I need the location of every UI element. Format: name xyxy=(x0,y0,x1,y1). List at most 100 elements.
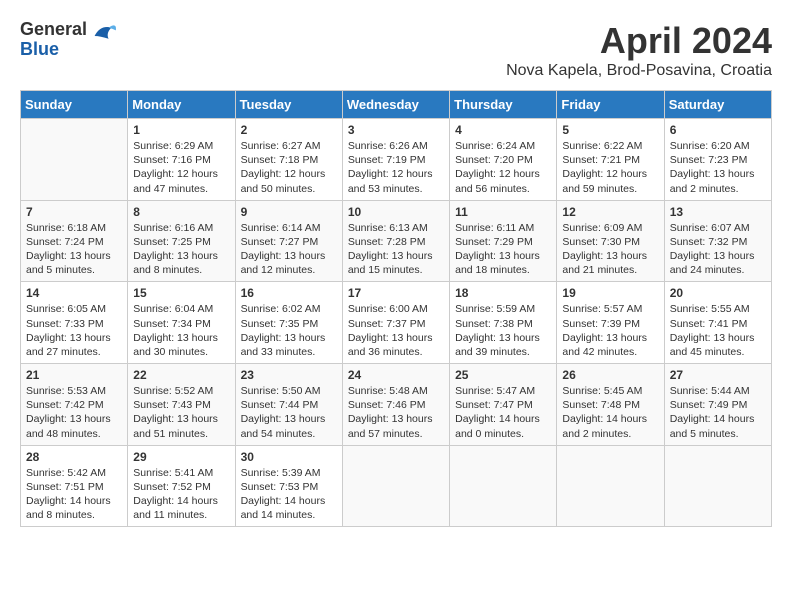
col-sunday: Sunday xyxy=(21,91,128,119)
day-info: Sunrise: 6:24 AMSunset: 7:20 PMDaylight:… xyxy=(455,139,551,196)
day-info: Sunrise: 6:13 AMSunset: 7:28 PMDaylight:… xyxy=(348,221,444,278)
title-area: April 2024 Nova Kapela, Brod-Posavina, C… xyxy=(506,20,772,80)
day-number: 16 xyxy=(241,286,337,300)
calendar-week-4: 21 Sunrise: 5:53 AMSunset: 7:42 PMDayligh… xyxy=(21,364,772,446)
calendar-cell: 27 Sunrise: 5:44 AMSunset: 7:49 PMDayligh… xyxy=(664,364,771,446)
day-info: Sunrise: 6:26 AMSunset: 7:19 PMDaylight:… xyxy=(348,139,444,196)
calendar-cell xyxy=(557,445,664,527)
day-number: 21 xyxy=(26,368,122,382)
day-info: Sunrise: 5:57 AMSunset: 7:39 PMDaylight:… xyxy=(562,302,658,359)
calendar-cell: 18Sunrise: 5:59 AMSunset: 7:38 PMDayligh… xyxy=(450,282,557,364)
day-info: Sunrise: 5:52 AMSunset: 7:43 PMDaylight:… xyxy=(133,384,229,441)
day-number: 5 xyxy=(562,123,658,137)
calendar-cell: 29 Sunrise: 5:41 AMSunset: 7:52 PMDayligh… xyxy=(128,445,235,527)
day-number: 10 xyxy=(348,205,444,219)
calendar-cell: 3 Sunrise: 6:26 AMSunset: 7:19 PMDaylight… xyxy=(342,119,449,201)
calendar-cell: 6 Sunrise: 6:20 AMSunset: 7:23 PMDaylight… xyxy=(664,119,771,201)
day-number: 30 xyxy=(241,450,337,464)
day-info: Sunrise: 6:04 AMSunset: 7:34 PMDaylight:… xyxy=(133,302,229,359)
calendar-cell: 8 Sunrise: 6:16 AMSunset: 7:25 PMDaylight… xyxy=(128,200,235,282)
day-info: Sunrise: 6:16 AMSunset: 7:25 PMDaylight:… xyxy=(133,221,229,278)
calendar-cell xyxy=(664,445,771,527)
month-title: April 2024 xyxy=(506,20,772,62)
day-number: 6 xyxy=(670,123,766,137)
logo-bird-icon xyxy=(89,22,117,50)
day-info: Sunrise: 6:18 AMSunset: 7:24 PMDaylight:… xyxy=(26,221,122,278)
day-number: 24 xyxy=(348,368,444,382)
calendar-cell: 12 Sunrise: 6:09 AMSunset: 7:30 PMDayligh… xyxy=(557,200,664,282)
calendar-cell: 16 Sunrise: 6:02 AMSunset: 7:35 PMDayligh… xyxy=(235,282,342,364)
calendar-cell: 19 Sunrise: 5:57 AMSunset: 7:39 PMDayligh… xyxy=(557,282,664,364)
logo-general-text: General xyxy=(20,20,87,40)
day-info: Sunrise: 5:48 AMSunset: 7:46 PMDaylight:… xyxy=(348,384,444,441)
logo-blue-text: Blue xyxy=(20,40,87,60)
day-number: 15 xyxy=(133,286,229,300)
day-number: 29 xyxy=(133,450,229,464)
day-number: 14 xyxy=(26,286,122,300)
calendar-table: Sunday Monday Tuesday Wednesday Thursday… xyxy=(20,90,772,527)
day-number: 25 xyxy=(455,368,551,382)
day-info: Sunrise: 6:20 AMSunset: 7:23 PMDaylight:… xyxy=(670,139,766,196)
day-number: 12 xyxy=(562,205,658,219)
col-saturday: Saturday xyxy=(664,91,771,119)
day-info: Sunrise: 6:09 AMSunset: 7:30 PMDaylight:… xyxy=(562,221,658,278)
day-info: Sunrise: 6:14 AMSunset: 7:27 PMDaylight:… xyxy=(241,221,337,278)
day-number: 8 xyxy=(133,205,229,219)
day-number: 7 xyxy=(26,205,122,219)
day-info: Sunrise: 6:29 AMSunset: 7:16 PMDaylight:… xyxy=(133,139,229,196)
header: General Blue April 2024 Nova Kapela, Bro… xyxy=(20,20,772,80)
calendar-week-2: 7 Sunrise: 6:18 AMSunset: 7:24 PMDaylight… xyxy=(21,200,772,282)
day-info: Sunrise: 5:53 AMSunset: 7:42 PMDaylight:… xyxy=(26,384,122,441)
col-friday: Friday xyxy=(557,91,664,119)
day-info: Sunrise: 5:39 AMSunset: 7:53 PMDaylight:… xyxy=(241,466,337,523)
day-info: Sunrise: 6:05 AMSunset: 7:33 PMDaylight:… xyxy=(26,302,122,359)
day-info: Sunrise: 6:07 AMSunset: 7:32 PMDaylight:… xyxy=(670,221,766,278)
calendar-cell: 11 Sunrise: 6:11 AMSunset: 7:29 PMDayligh… xyxy=(450,200,557,282)
day-info: Sunrise: 6:11 AMSunset: 7:29 PMDaylight:… xyxy=(455,221,551,278)
calendar-cell: 20Sunrise: 5:55 AMSunset: 7:41 PMDayligh… xyxy=(664,282,771,364)
day-number: 22 xyxy=(133,368,229,382)
calendar-cell: 10 Sunrise: 6:13 AMSunset: 7:28 PMDayligh… xyxy=(342,200,449,282)
calendar-week-1: 1 Sunrise: 6:29 AMSunset: 7:16 PMDaylight… xyxy=(21,119,772,201)
calendar-cell: 21 Sunrise: 5:53 AMSunset: 7:42 PMDayligh… xyxy=(21,364,128,446)
col-wednesday: Wednesday xyxy=(342,91,449,119)
calendar-cell xyxy=(21,119,128,201)
day-number: 17 xyxy=(348,286,444,300)
day-info: Sunrise: 5:50 AMSunset: 7:44 PMDaylight:… xyxy=(241,384,337,441)
header-row: Sunday Monday Tuesday Wednesday Thursday… xyxy=(21,91,772,119)
day-number: 9 xyxy=(241,205,337,219)
day-number: 11 xyxy=(455,205,551,219)
day-number: 28 xyxy=(26,450,122,464)
day-info: Sunrise: 5:55 AMSunset: 7:41 PMDaylight:… xyxy=(670,302,766,359)
calendar-header: Sunday Monday Tuesday Wednesday Thursday… xyxy=(21,91,772,119)
location-title: Nova Kapela, Brod-Posavina, Croatia xyxy=(506,62,772,80)
calendar-cell: 28Sunrise: 5:42 AMSunset: 7:51 PMDayligh… xyxy=(21,445,128,527)
day-info: Sunrise: 6:02 AMSunset: 7:35 PMDaylight:… xyxy=(241,302,337,359)
calendar-cell: 9 Sunrise: 6:14 AMSunset: 7:27 PMDaylight… xyxy=(235,200,342,282)
day-number: 3 xyxy=(348,123,444,137)
calendar-cell: 17 Sunrise: 6:00 AMSunset: 7:37 PMDayligh… xyxy=(342,282,449,364)
day-info: Sunrise: 5:59 AMSunset: 7:38 PMDaylight:… xyxy=(455,302,551,359)
calendar-cell: 22 Sunrise: 5:52 AMSunset: 7:43 PMDayligh… xyxy=(128,364,235,446)
day-number: 19 xyxy=(562,286,658,300)
calendar-cell xyxy=(342,445,449,527)
col-thursday: Thursday xyxy=(450,91,557,119)
calendar-cell: 24 Sunrise: 5:48 AMSunset: 7:46 PMDayligh… xyxy=(342,364,449,446)
day-info: Sunrise: 5:47 AMSunset: 7:47 PMDaylight:… xyxy=(455,384,551,441)
calendar-cell: 14 Sunrise: 6:05 AMSunset: 7:33 PMDayligh… xyxy=(21,282,128,364)
day-number: 4 xyxy=(455,123,551,137)
day-info: Sunrise: 5:41 AMSunset: 7:52 PMDaylight:… xyxy=(133,466,229,523)
day-number: 23 xyxy=(241,368,337,382)
calendar-cell: 1 Sunrise: 6:29 AMSunset: 7:16 PMDaylight… xyxy=(128,119,235,201)
day-info: Sunrise: 6:00 AMSunset: 7:37 PMDaylight:… xyxy=(348,302,444,359)
calendar-cell: 2Sunrise: 6:27 AMSunset: 7:18 PMDaylight… xyxy=(235,119,342,201)
day-number: 1 xyxy=(133,123,229,137)
calendar-cell: 25 Sunrise: 5:47 AMSunset: 7:47 PMDayligh… xyxy=(450,364,557,446)
calendar-cell: 13Sunrise: 6:07 AMSunset: 7:32 PMDayligh… xyxy=(664,200,771,282)
calendar-body: 1 Sunrise: 6:29 AMSunset: 7:16 PMDaylight… xyxy=(21,119,772,527)
day-info: Sunrise: 5:44 AMSunset: 7:49 PMDaylight:… xyxy=(670,384,766,441)
day-info: Sunrise: 6:22 AMSunset: 7:21 PMDaylight:… xyxy=(562,139,658,196)
calendar-cell: 30 Sunrise: 5:39 AMSunset: 7:53 PMDayligh… xyxy=(235,445,342,527)
calendar-cell: 4 Sunrise: 6:24 AMSunset: 7:20 PMDaylight… xyxy=(450,119,557,201)
day-number: 27 xyxy=(670,368,766,382)
